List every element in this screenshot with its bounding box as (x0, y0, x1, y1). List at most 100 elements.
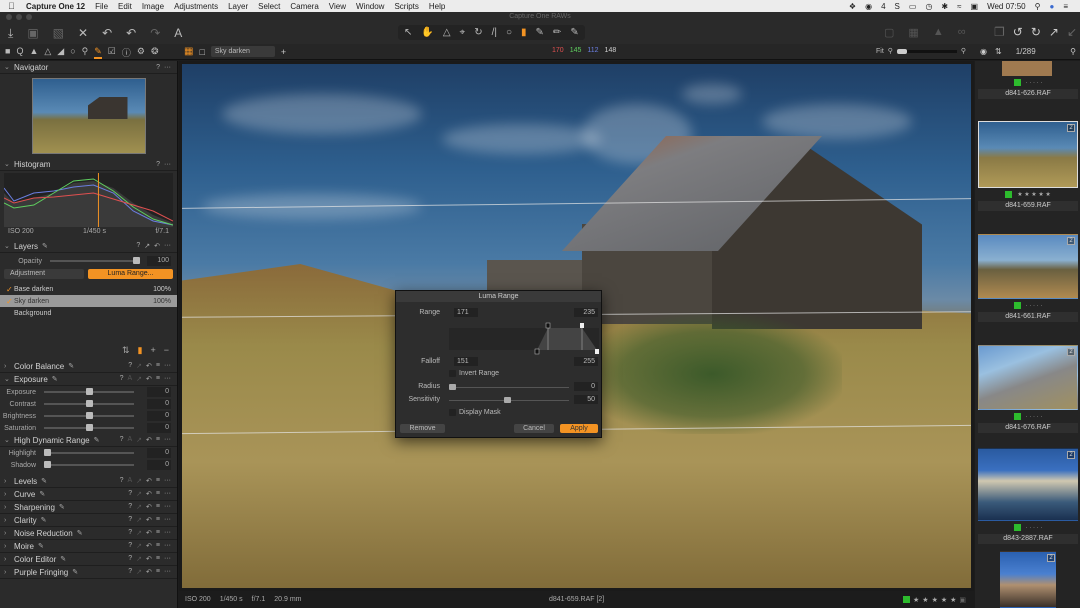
exposure-slider[interactable] (44, 400, 134, 407)
capture-tab-icon[interactable]: Q (16, 46, 23, 59)
crop-icon[interactable]: ⌖ (460, 27, 466, 38)
radius-slider[interactable] (449, 387, 569, 388)
layer-type-select[interactable]: Adjustment (4, 269, 84, 279)
copy-icon[interactable]: ↗ (136, 542, 142, 550)
exposure-header[interactable]: ⌄ Exposure ✎ ? A ↗ ↶ ≡ ··· (0, 373, 177, 386)
zoom-in-icon[interactable]: ⚲ (961, 47, 966, 55)
select-cursor-icon[interactable]: ↖ (404, 27, 412, 38)
tool-header-moire[interactable]: › Moire ✎? ↗ ↶ ≡ ··· (0, 540, 177, 553)
help-icon[interactable]: ? (156, 161, 160, 168)
slider-handle[interactable] (44, 461, 51, 468)
copy-icon[interactable]: ↗ (144, 242, 150, 250)
menu-window[interactable]: Window (356, 2, 384, 11)
star-icon[interactable]: ★ (950, 596, 956, 604)
gradient-mask-icon[interactable]: ▮ (521, 27, 527, 38)
reset-icon[interactable]: ↶ (146, 516, 152, 524)
menu-file[interactable]: File (95, 2, 108, 11)
details-tab-icon[interactable]: ○ (70, 46, 75, 59)
tool-header-noise-reduction[interactable]: › Noise Reduction ✎? ↗ ↶ ≡ ··· (0, 527, 177, 540)
luma-range-button[interactable]: Luma Range... (88, 269, 173, 279)
copy-icon[interactable]: ↗ (136, 529, 142, 537)
spotlight-icon[interactable]: ⚲ (1035, 2, 1041, 11)
more-icon[interactable]: ··· (164, 529, 171, 537)
app-menu[interactable]: Capture One 12 (26, 2, 85, 11)
search-tab-icon[interactable]: ⚲ (82, 46, 89, 59)
help-icon[interactable]: ? (128, 542, 132, 550)
siri-icon[interactable]: ● (1049, 2, 1054, 11)
minimize-window-button[interactable] (16, 14, 22, 20)
reset-icon[interactable]: ↶ (146, 542, 152, 550)
star-icon[interactable]: ★ (932, 596, 938, 604)
time-machine-icon[interactable]: ◷ (925, 2, 932, 11)
copy-icon[interactable]: ↗ (136, 375, 142, 383)
layers-header[interactable]: ⌄ Layers ✎ ? ↗ ↶ ··· (0, 240, 177, 253)
lens-tab-icon[interactable]: ▲ (29, 46, 38, 59)
rotate-right-icon[interactable]: ↻ (1031, 25, 1041, 39)
rotate-icon[interactable]: ↻ (474, 27, 482, 38)
help-icon[interactable]: ? (120, 477, 124, 485)
tool-header-curve[interactable]: › Curve ✎? ↗ ↶ ≡ ··· (0, 488, 177, 501)
color-tag-green[interactable] (1013, 413, 1021, 420)
help-icon[interactable]: ? (128, 529, 132, 537)
radius-slider-handle[interactable] (449, 384, 456, 390)
variant-select[interactable]: Sky darken (210, 46, 275, 57)
copy-icon[interactable]: ↗ (136, 362, 142, 370)
slider-handle[interactable] (85, 400, 93, 407)
thumbnail-image[interactable] (978, 345, 1078, 410)
star-icon[interactable]: ★ (913, 596, 919, 604)
menu-camera[interactable]: Camera (290, 2, 318, 11)
presets-icon[interactable]: ≡ (156, 436, 160, 444)
copy-icon[interactable]: ↗ (136, 477, 142, 485)
auto-icon[interactable]: A (127, 477, 132, 485)
add-layer-icon[interactable]: + (150, 345, 155, 356)
mask-brush-icon[interactable]: ✎ (536, 27, 544, 38)
color-tab-icon[interactable]: △ (44, 46, 51, 59)
thumbnail[interactable]: 2 · · · · · d841-676.RAF (978, 345, 1078, 435)
copy-icon[interactable]: ↗ (136, 490, 142, 498)
presets-icon[interactable]: ≡ (156, 490, 160, 498)
export-recipe-icon[interactable]: ↙ (1067, 25, 1077, 39)
reset-icon[interactable]: ↶ (146, 555, 152, 563)
redo-icon[interactable]: ↷ (150, 26, 160, 41)
more-icon[interactable]: ··· (164, 362, 171, 370)
star-icon[interactable]: ★ (941, 596, 947, 604)
copy-icon[interactable]: ↗ (136, 516, 142, 524)
presets-icon[interactable]: ≡ (156, 555, 160, 563)
help-icon[interactable]: ? (128, 568, 132, 576)
sensitivity-field[interactable]: 50 (574, 395, 598, 404)
copy-icon[interactable]: ↗ (136, 503, 142, 511)
checkbox-checked-icon[interactable]: ✓ (6, 285, 14, 294)
reset-icon[interactable]: ↶ (146, 490, 152, 498)
skype-icon[interactable]: S (895, 2, 900, 11)
metadata-tab-icon[interactable]: ⓘ (122, 46, 131, 59)
slider-handle[interactable] (44, 449, 51, 456)
menu-scripts[interactable]: Scripts (394, 2, 418, 11)
proof-icon[interactable]: ▢ (884, 26, 894, 39)
more-icon[interactable]: ··· (164, 477, 171, 485)
search-icon[interactable]: ⚲ (1070, 47, 1076, 56)
notification-center-icon[interactable]: ≡ (1063, 2, 1068, 11)
stack-icon[interactable]: ❐ (994, 25, 1005, 39)
keystone-icon[interactable]: △ (443, 27, 451, 38)
more-icon[interactable]: ··· (164, 436, 171, 444)
help-icon[interactable]: ? (128, 362, 132, 370)
color-tag-green[interactable] (1013, 524, 1021, 531)
bluetooth-icon[interactable]: ✱ (941, 2, 948, 11)
auto-icon[interactable]: A (127, 436, 132, 444)
exposure-warning-icon[interactable]: ▲ (933, 26, 944, 39)
airplay-icon[interactable]: ▭ (909, 2, 917, 11)
apple-icon[interactable]:  (8, 1, 20, 11)
adjustments-tab-icon[interactable]: ☑ (108, 46, 116, 59)
sensitivity-slider-handle[interactable] (504, 397, 511, 403)
menu-help[interactable]: Help (429, 2, 445, 11)
more-icon[interactable]: ··· (164, 490, 171, 498)
more-icon[interactable]: ··· (164, 242, 171, 250)
more-icon[interactable]: ··· (164, 555, 171, 563)
hdr-header[interactable]: ⌄ High Dynamic Range ✎ ? A ↗ ↶ ≡ ··· (0, 434, 177, 447)
copy-icon[interactable]: ↗ (136, 555, 142, 563)
tool-header-clarity[interactable]: › Clarity ✎? ↗ ↶ ≡ ··· (0, 514, 177, 527)
remove-button[interactable]: Remove (400, 424, 445, 433)
loupe-icon[interactable]: ∞ (958, 26, 966, 39)
close-window-button[interactable] (6, 14, 12, 20)
presets-icon[interactable]: ≡ (156, 362, 160, 370)
